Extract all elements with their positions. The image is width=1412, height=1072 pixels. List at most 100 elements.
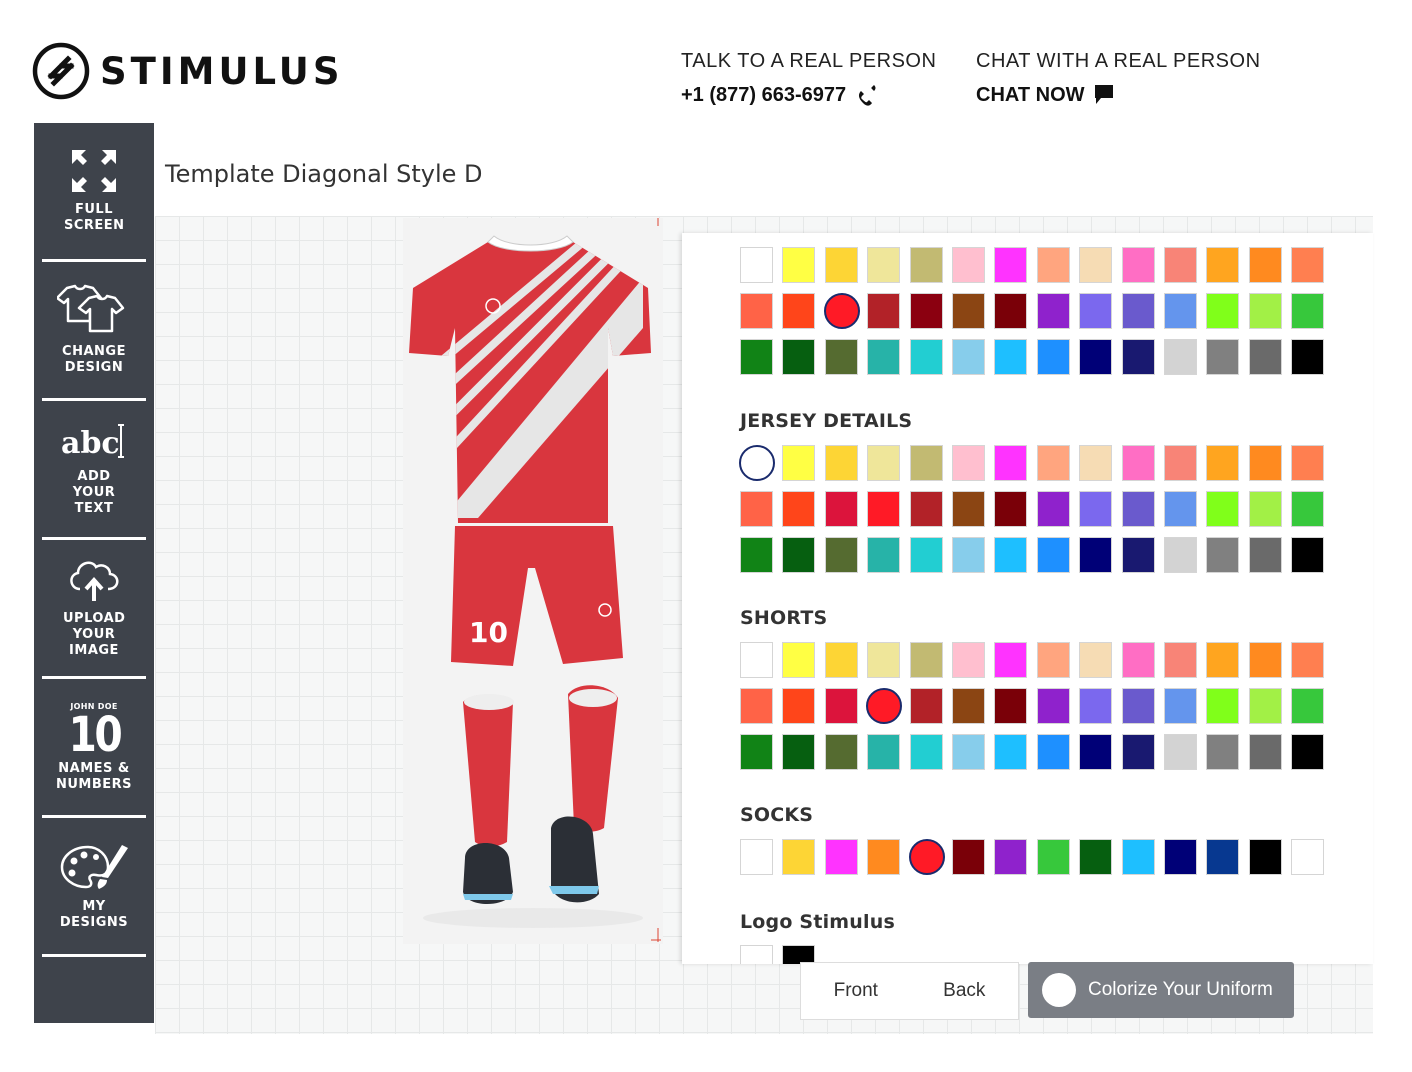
color-swatch[interactable] <box>824 734 858 770</box>
color-swatch[interactable] <box>867 537 901 573</box>
color-swatch[interactable] <box>1206 537 1240 573</box>
sidebar-item-names-numbers[interactable]: JOHN DOE 10 NAMES & NUMBERS <box>42 679 146 818</box>
color-swatch[interactable] <box>909 688 943 724</box>
color-swatch[interactable] <box>1291 734 1325 770</box>
color-swatch[interactable] <box>1036 491 1070 527</box>
color-swatch[interactable] <box>909 339 943 375</box>
phone-link[interactable]: +1 (877) 663-6977 <box>681 84 846 107</box>
color-swatch[interactable] <box>782 247 816 283</box>
color-swatch[interactable] <box>909 491 943 527</box>
color-swatch[interactable] <box>909 537 943 573</box>
color-swatch[interactable] <box>1079 491 1113 527</box>
color-swatch[interactable] <box>1206 247 1240 283</box>
color-swatch[interactable] <box>1248 537 1282 573</box>
color-swatch[interactable] <box>951 491 985 527</box>
color-swatch[interactable] <box>1206 445 1240 481</box>
color-swatch[interactable] <box>1291 688 1325 724</box>
color-swatch[interactable] <box>1121 734 1155 770</box>
color-swatch[interactable] <box>994 839 1028 875</box>
color-swatch[interactable] <box>1079 642 1113 678</box>
color-swatch[interactable] <box>782 537 816 573</box>
color-swatch[interactable] <box>909 293 943 329</box>
color-swatch[interactable] <box>1163 537 1197 573</box>
color-swatch[interactable] <box>740 688 773 724</box>
color-swatch[interactable] <box>909 734 943 770</box>
sidebar-item-my-designs[interactable]: MY DESIGNS <box>42 818 146 957</box>
color-swatch[interactable] <box>951 293 985 329</box>
color-swatch[interactable] <box>1291 839 1325 875</box>
color-swatch[interactable] <box>1206 734 1240 770</box>
color-swatch[interactable] <box>782 688 816 724</box>
color-swatch[interactable] <box>1036 688 1070 724</box>
color-swatch[interactable] <box>740 339 773 375</box>
color-swatch[interactable] <box>866 688 903 724</box>
color-swatch[interactable] <box>782 642 816 678</box>
back-view-button[interactable]: Back <box>943 980 985 1002</box>
color-swatch[interactable] <box>782 445 816 481</box>
color-swatch[interactable] <box>824 642 858 678</box>
color-swatch[interactable] <box>867 445 901 481</box>
color-swatch[interactable] <box>951 734 985 770</box>
color-swatch[interactable] <box>1121 537 1155 573</box>
color-swatch[interactable] <box>1163 247 1197 283</box>
color-swatch[interactable] <box>823 293 860 329</box>
sidebar-item-add-text[interactable]: abc ADD YOUR TEXT <box>42 401 146 540</box>
color-swatch[interactable] <box>1163 642 1197 678</box>
color-swatch[interactable] <box>740 491 773 527</box>
color-swatch[interactable] <box>867 339 901 375</box>
color-swatch[interactable] <box>1036 537 1070 573</box>
color-swatch[interactable] <box>740 537 773 573</box>
color-swatch[interactable] <box>1248 688 1282 724</box>
color-swatch[interactable] <box>824 339 858 375</box>
color-swatch[interactable] <box>951 445 985 481</box>
sidebar-item-full-screen[interactable]: FULL SCREEN <box>42 123 146 262</box>
color-swatch[interactable] <box>1248 247 1282 283</box>
color-swatch[interactable] <box>994 339 1028 375</box>
color-swatch[interactable] <box>1248 642 1282 678</box>
color-swatch[interactable] <box>782 293 816 329</box>
color-swatch[interactable] <box>1036 339 1070 375</box>
color-swatch[interactable] <box>1079 247 1113 283</box>
color-swatch[interactable] <box>1163 734 1197 770</box>
color-swatch[interactable] <box>824 445 858 481</box>
color-swatch[interactable] <box>1163 491 1197 527</box>
color-swatch[interactable] <box>909 445 943 481</box>
color-swatch[interactable] <box>740 293 773 329</box>
color-swatch[interactable] <box>740 839 773 875</box>
color-swatch[interactable] <box>951 339 985 375</box>
color-swatch[interactable] <box>951 839 985 875</box>
color-swatch[interactable] <box>951 537 985 573</box>
color-swatch[interactable] <box>1121 839 1155 875</box>
front-view-button[interactable]: Front <box>834 980 878 1002</box>
color-swatch[interactable] <box>1206 491 1240 527</box>
color-swatch[interactable] <box>1121 445 1155 481</box>
color-panel[interactable]: JERSEY DETAILS SHORTS SOCKS Logo Stimulu… <box>682 233 1373 964</box>
color-swatch[interactable] <box>994 247 1028 283</box>
color-swatch[interactable] <box>1163 293 1197 329</box>
color-swatch[interactable] <box>951 642 985 678</box>
color-swatch[interactable] <box>994 642 1028 678</box>
color-swatch[interactable] <box>740 734 773 770</box>
color-swatch[interactable] <box>1036 734 1070 770</box>
color-swatch[interactable] <box>739 445 775 481</box>
color-swatch[interactable] <box>867 642 901 678</box>
color-swatch[interactable] <box>1036 642 1070 678</box>
color-swatch[interactable] <box>740 642 773 678</box>
color-swatch[interactable] <box>1206 839 1240 875</box>
color-swatch[interactable] <box>867 839 901 875</box>
color-swatch[interactable] <box>1163 445 1197 481</box>
color-swatch[interactable] <box>1163 339 1197 375</box>
color-swatch[interactable] <box>1163 839 1197 875</box>
color-swatch[interactable] <box>824 688 858 724</box>
color-swatch[interactable] <box>1248 445 1282 481</box>
color-swatch[interactable] <box>1206 688 1240 724</box>
color-swatch[interactable] <box>1079 445 1113 481</box>
color-swatch[interactable] <box>1121 247 1155 283</box>
color-swatch[interactable] <box>1291 445 1325 481</box>
color-swatch[interactable] <box>1079 688 1113 724</box>
color-swatch[interactable] <box>1079 339 1113 375</box>
color-swatch[interactable] <box>1036 247 1070 283</box>
color-swatch[interactable] <box>1079 537 1113 573</box>
colorize-button[interactable]: Colorize Your Uniform <box>1028 962 1294 1018</box>
color-swatch[interactable] <box>994 537 1028 573</box>
